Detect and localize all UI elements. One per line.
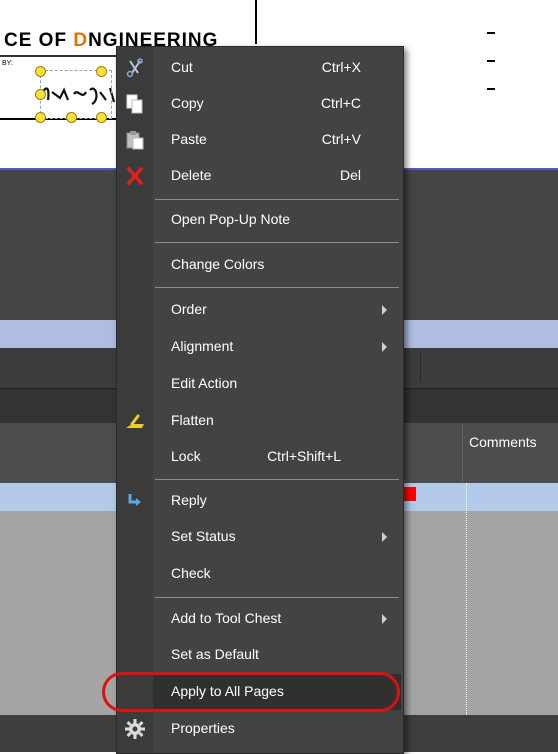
column-divider[interactable] bbox=[462, 425, 463, 482]
submenu-arrow-icon bbox=[382, 305, 387, 315]
document-dash bbox=[487, 60, 495, 62]
column-guide bbox=[466, 483, 467, 715]
menu-item-check[interactable]: Check bbox=[153, 556, 401, 592]
menu-separator bbox=[155, 479, 399, 480]
toolbar-divider bbox=[420, 352, 421, 382]
menu-item-flatten[interactable]: Flatten bbox=[153, 403, 401, 439]
menu-item-delete[interactable]: Delete Del bbox=[153, 158, 401, 194]
resize-handle[interactable] bbox=[96, 66, 107, 77]
submenu-arrow-icon bbox=[382, 614, 387, 624]
menu-item-alignment[interactable]: Alignment bbox=[153, 329, 401, 365]
flatten-icon bbox=[117, 403, 153, 439]
comments-column-header[interactable]: Comments bbox=[469, 434, 537, 450]
menu-item-set-status[interactable]: Set Status bbox=[153, 519, 401, 555]
reply-arrow-icon bbox=[117, 483, 153, 519]
menu-separator bbox=[155, 287, 399, 288]
document-dash bbox=[487, 32, 495, 34]
resize-handle[interactable] bbox=[35, 89, 46, 100]
resize-handle[interactable] bbox=[66, 112, 77, 123]
gear-icon bbox=[117, 711, 153, 747]
resize-handle[interactable] bbox=[96, 112, 107, 123]
menu-item-order[interactable]: Order bbox=[153, 292, 401, 328]
delete-x-icon bbox=[117, 158, 153, 194]
resize-handle[interactable] bbox=[35, 66, 46, 77]
menu-separator bbox=[155, 597, 399, 598]
document-dash bbox=[487, 88, 495, 90]
menu-item-copy[interactable]: Copy Ctrl+C bbox=[153, 86, 401, 122]
menu-item-add-to-tool-chest[interactable]: Add to Tool Chest bbox=[153, 601, 401, 637]
document-divider bbox=[255, 0, 257, 44]
scissors-icon bbox=[117, 50, 153, 86]
menu-item-open-popup-note[interactable]: Open Pop-Up Note bbox=[153, 202, 401, 238]
menu-item-paste[interactable]: Paste Ctrl+V bbox=[153, 122, 401, 158]
menu-item-lock[interactable]: Lock Ctrl+Shift+L bbox=[153, 439, 401, 475]
menu-item-cut[interactable]: Cut Ctrl+X bbox=[153, 50, 401, 86]
menu-separator bbox=[155, 242, 399, 243]
document-by-label: BY: bbox=[2, 60, 13, 67]
menu-item-change-colors[interactable]: Change Colors bbox=[153, 247, 401, 283]
status-color-swatch bbox=[402, 487, 416, 501]
resize-handle[interactable] bbox=[35, 112, 46, 123]
copy-icon bbox=[117, 86, 153, 122]
submenu-arrow-icon bbox=[382, 532, 387, 542]
menu-item-reply[interactable]: Reply bbox=[153, 483, 401, 519]
context-menu: Cut Ctrl+X Copy Ctrl+C Paste Ctrl+V Delete D… bbox=[116, 46, 404, 754]
menu-item-set-as-default[interactable]: Set as Default bbox=[153, 637, 401, 673]
submenu-arrow-icon bbox=[382, 342, 387, 352]
menu-item-edit-action[interactable]: Edit Action bbox=[153, 366, 401, 402]
menu-item-properties[interactable]: Properties bbox=[153, 711, 401, 747]
paste-icon bbox=[117, 122, 153, 158]
highlight-annotation-ring bbox=[102, 672, 400, 712]
menu-separator bbox=[155, 199, 399, 200]
